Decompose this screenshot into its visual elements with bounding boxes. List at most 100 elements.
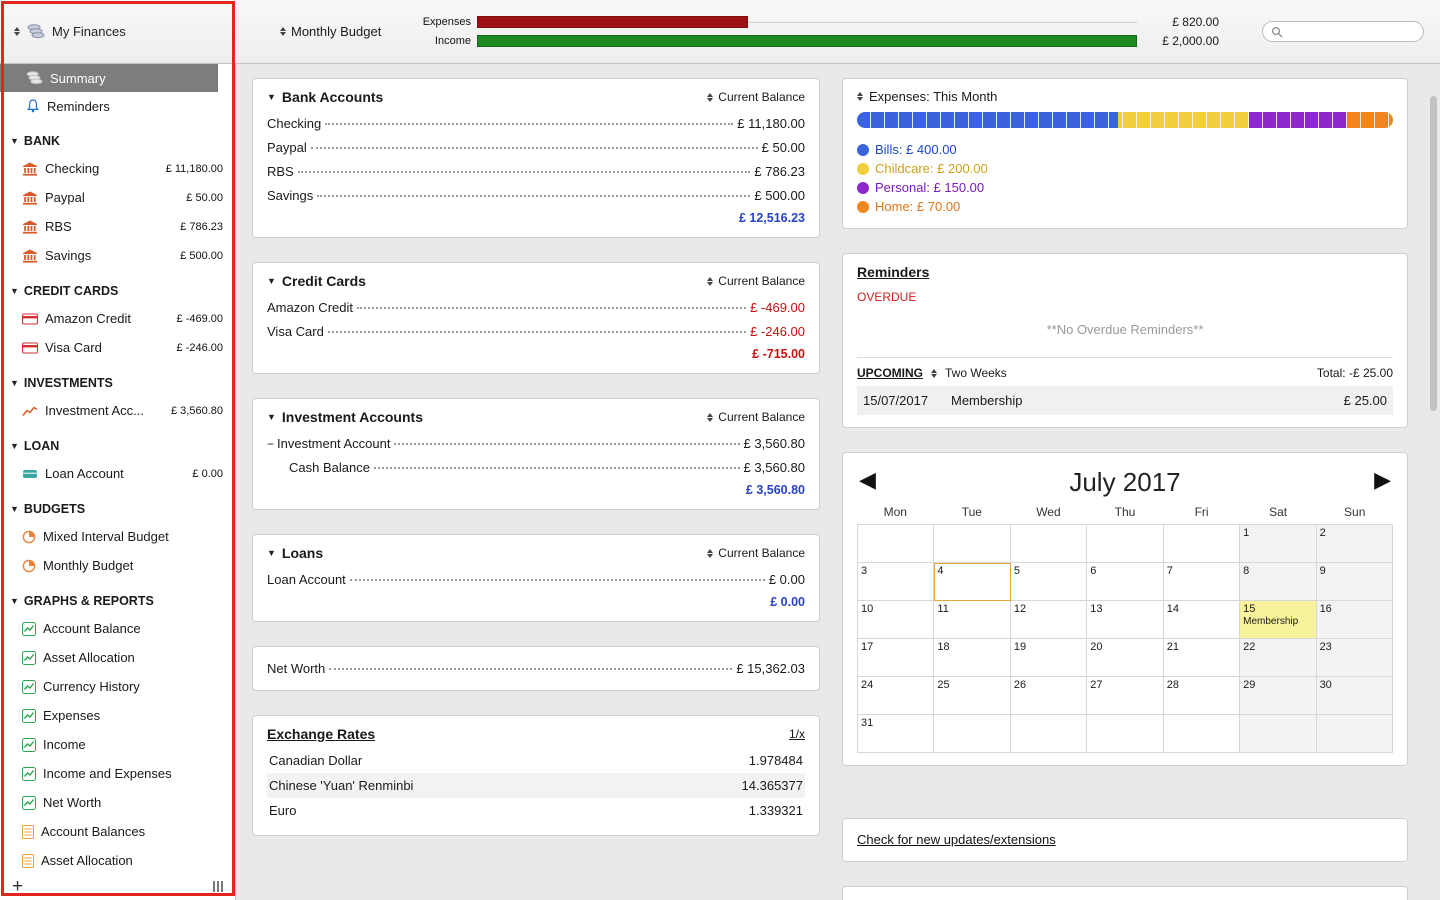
panel-disclosure[interactable]: ▼ Bank Accounts <box>267 89 383 105</box>
calendar-day-1[interactable]: 1 <box>1240 525 1317 563</box>
range-selector-icon[interactable] <box>931 368 937 378</box>
calendar-event-label[interactable]: Membership <box>1243 616 1312 627</box>
sidebar-item-income[interactable]: Income <box>0 730 235 759</box>
calendar-day-23[interactable]: 23 <box>1316 639 1393 677</box>
sidebar-item-reminders[interactable]: Reminders <box>0 92 235 120</box>
sidebar-item-savings[interactable]: Savings £ 500.00 <box>0 241 235 270</box>
sidebar-item-account-balance[interactable]: Account Balance <box>0 614 235 643</box>
sidebar-item-amazon-credit[interactable]: Amazon Credit £ -469.00 <box>0 304 235 333</box>
calendar-day-16[interactable]: 16 <box>1316 601 1393 639</box>
calendar-day-17[interactable]: 17 <box>858 639 935 677</box>
exchange-row-cad[interactable]: Canadian Dollar 1.978484 <box>267 748 805 773</box>
calendar-day-27[interactable]: 27 <box>1087 677 1164 715</box>
sort-current-balance[interactable]: Current Balance <box>707 274 805 288</box>
column-header[interactable]: 1/x <box>789 727 805 741</box>
account-row-visa-card[interactable]: Visa Card £ -246.00 <box>267 319 805 343</box>
calendar-day-28[interactable]: 28 <box>1163 677 1241 715</box>
sidebar-item-monthly-budget[interactable]: Monthly Budget <box>0 551 235 580</box>
panel-title[interactable]: Expenses: This Month <box>869 89 997 104</box>
columns-handle-icon[interactable] <box>213 880 223 892</box>
calendar-day-21[interactable]: 21 <box>1163 639 1241 677</box>
collapse-minus-icon[interactable]: − <box>267 437 277 451</box>
calendar-day-empty <box>1010 525 1088 563</box>
sidebar-section-credit-cards[interactable]: ▼ CREDIT CARDS <box>0 278 235 304</box>
calendar-day-6[interactable]: 6 <box>1087 563 1164 601</box>
sidebar-item-expenses[interactable]: Expenses <box>0 701 235 730</box>
calendar-day-2[interactable]: 2 <box>1316 525 1393 563</box>
sidebar-item-asset-allocation-report[interactable]: Asset Allocation <box>0 846 235 875</box>
calendar-day-29[interactable]: 29 <box>1240 677 1317 715</box>
panel-disclosure[interactable]: ▼ Loans <box>267 545 323 561</box>
sidebar-item-rbs[interactable]: RBS £ 786.23 <box>0 212 235 241</box>
vertical-scrollbar[interactable] <box>1430 96 1437 411</box>
calendar-day-24[interactable]: 24 <box>858 677 935 715</box>
sidebar-section-graphs-reports[interactable]: ▼ GRAPHS & REPORTS <box>0 588 235 614</box>
account-row-checking[interactable]: Checking £ 11,180.00 <box>267 111 805 135</box>
search-input[interactable] <box>1288 24 1408 39</box>
sidebar-item-visa-card[interactable]: Visa Card £ -246.00 <box>0 333 235 362</box>
calendar-day-31[interactable]: 31 <box>858 715 935 753</box>
panel-disclosure[interactable]: ▼ Credit Cards <box>267 273 366 289</box>
sidebar-item-investment-account[interactable]: Investment Acc... £ 3,560.80 <box>0 396 235 425</box>
sidebar-header[interactable]: My Finances <box>0 0 236 63</box>
search-box[interactable] <box>1262 21 1424 42</box>
sidebar-item-asset-allocation[interactable]: Asset Allocation <box>0 643 235 672</box>
account-row-amazon-credit[interactable]: Amazon Credit £ -469.00 <box>267 295 805 319</box>
account-row-cash-balance[interactable]: Cash Balance £ 3,560.80 <box>267 455 805 479</box>
panel-disclosure[interactable]: ▼ Investment Accounts <box>267 409 423 425</box>
calendar-next-button[interactable]: ▶ <box>1374 467 1391 493</box>
calendar-day-19[interactable]: 19 <box>1010 639 1088 677</box>
calendar-day-18[interactable]: 18 <box>934 639 1011 677</box>
calendar-day-8[interactable]: 8 <box>1240 563 1317 601</box>
reminder-row-membership[interactable]: 15/07/2017 Membership £ 25.00 <box>857 386 1393 415</box>
sidebar-item-net-worth[interactable]: Net Worth <box>0 788 235 817</box>
add-account-button[interactable]: + <box>12 877 23 896</box>
calendar-day-9[interactable]: 9 <box>1316 563 1393 601</box>
sidebar-item-mixed-interval-budget[interactable]: Mixed Interval Budget <box>0 522 235 551</box>
disclosure-triangle-icon: ▼ <box>267 92 276 102</box>
sort-current-balance[interactable]: Current Balance <box>707 546 805 560</box>
bank-icon <box>23 162 37 176</box>
sidebar-item-currency-history[interactable]: Currency History <box>0 672 235 701</box>
account-row-savings[interactable]: Savings £ 500.00 <box>267 183 805 207</box>
exchange-row-cny[interactable]: Chinese 'Yuan' Renminbi 14.365377 <box>267 773 805 798</box>
check-updates-link[interactable]: Check for new updates/extensions <box>857 832 1056 847</box>
budget-selector[interactable]: Monthly Budget <box>280 24 405 39</box>
account-row-rbs[interactable]: RBS £ 786.23 <box>267 159 805 183</box>
calendar-day-22[interactable]: 22 <box>1240 639 1317 677</box>
calendar-day-13[interactable]: 13 <box>1087 601 1164 639</box>
calendar-day-30[interactable]: 30 <box>1316 677 1393 715</box>
range-label[interactable]: Two Weeks <box>945 366 1007 380</box>
account-row-paypal[interactable]: Paypal £ 50.00 <box>267 135 805 159</box>
sidebar-item-income-and-expenses[interactable]: Income and Expenses <box>0 759 235 788</box>
sort-current-balance[interactable]: Current Balance <box>707 90 805 104</box>
calendar-day-4[interactable]: 4 <box>934 563 1011 601</box>
sidebar-section-loan[interactable]: ▼ LOAN <box>0 433 235 459</box>
calendar-day-15[interactable]: 15 Membership <box>1240 601 1317 639</box>
calendar-day-14[interactable]: 14 <box>1163 601 1241 639</box>
dotted-leader <box>310 147 758 149</box>
calendar-day-5[interactable]: 5 <box>1010 563 1088 601</box>
calendar-day-11[interactable]: 11 <box>934 601 1011 639</box>
sidebar-item-checking[interactable]: Checking £ 11,180.00 <box>0 154 235 183</box>
sidebar-section-budgets[interactable]: ▼ BUDGETS <box>0 496 235 522</box>
account-row-loan-account[interactable]: Loan Account £ 0.00 <box>267 567 805 591</box>
sidebar-section-bank[interactable]: ▼ BANK <box>0 128 235 154</box>
sidebar-item-account-balances-report[interactable]: Account Balances <box>0 817 235 846</box>
sidebar-section-investments[interactable]: ▼ INVESTMENTS <box>0 370 235 396</box>
calendar-day-26[interactable]: 26 <box>1010 677 1088 715</box>
calendar-day-7[interactable]: 7 <box>1163 563 1241 601</box>
calendar-day-12[interactable]: 12 <box>1010 601 1088 639</box>
sidebar-item-summary[interactable]: Summary <box>0 64 218 92</box>
calendar-day-10[interactable]: 10 <box>858 601 935 639</box>
calendar-day-25[interactable]: 25 <box>934 677 1011 715</box>
calendar-prev-button[interactable]: ◀ <box>859 467 876 493</box>
currency-name: Chinese 'Yuan' Renminbi <box>269 778 414 793</box>
sidebar-item-paypal[interactable]: Paypal £ 50.00 <box>0 183 235 212</box>
account-row-investment-account[interactable]: − Investment Account £ 3,560.80 <box>267 431 805 455</box>
sidebar-item-loan-account[interactable]: Loan Account £ 0.00 <box>0 459 235 488</box>
calendar-day-3[interactable]: 3 <box>858 563 935 601</box>
calendar-day-20[interactable]: 20 <box>1087 639 1164 677</box>
sort-current-balance[interactable]: Current Balance <box>707 410 805 424</box>
exchange-row-eur[interactable]: Euro 1.339321 <box>267 798 805 823</box>
